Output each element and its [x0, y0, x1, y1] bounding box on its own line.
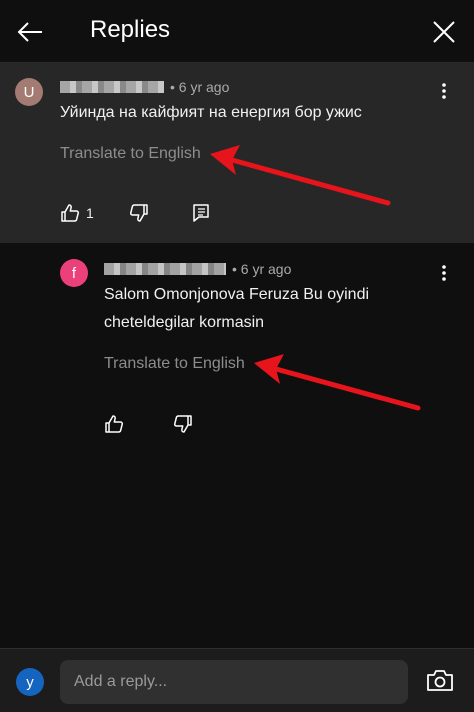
translate-link[interactable]: Translate to English	[104, 355, 245, 373]
redacted-author	[104, 263, 226, 275]
thumb-down-icon	[129, 204, 148, 222]
translate-link[interactable]: Translate to English	[60, 145, 201, 163]
like-button[interactable]: 1	[60, 203, 94, 223]
dislike-button[interactable]	[173, 414, 193, 434]
camera-button[interactable]	[426, 668, 456, 696]
comment-text: Уйинда на кайфият на енергия бор ужис	[60, 104, 362, 121]
comment-icon	[193, 204, 209, 222]
close-button[interactable]	[428, 16, 460, 48]
back-arrow-icon	[17, 22, 42, 42]
comment-meta: • 6 yr ago	[104, 261, 291, 277]
like-count: 1	[86, 205, 94, 221]
comment-text: Salom Omonjonova Feruza Bu oyindi chetel…	[104, 281, 369, 337]
comment-time: • 6 yr ago	[232, 261, 292, 277]
highlighted-comment: U • 6 yr ago Уйинда на кайфият на енерги…	[0, 63, 474, 243]
avatar[interactable]: f	[60, 259, 88, 287]
thumb-down-icon	[173, 415, 192, 433]
redacted-author	[60, 81, 164, 93]
reply-input[interactable]	[60, 660, 408, 704]
app-header: Replies	[0, 0, 474, 63]
more-vert-icon	[442, 265, 446, 281]
back-button[interactable]	[14, 16, 46, 48]
comment-meta: • 6 yr ago	[60, 79, 229, 95]
comment-time: • 6 yr ago	[170, 79, 230, 95]
avatar: y	[16, 668, 44, 696]
dislike-button[interactable]	[129, 203, 149, 223]
annotation-arrow	[254, 354, 421, 411]
camera-icon	[427, 670, 453, 691]
more-options-button[interactable]	[434, 79, 454, 103]
like-button[interactable]	[104, 414, 124, 434]
comment-text-line: Salom Omonjonova Feruza Bu oyindi	[104, 286, 370, 303]
avatar[interactable]: U	[15, 78, 43, 106]
page-title: Replies	[90, 16, 171, 43]
reply-button[interactable]	[191, 203, 211, 223]
thumb-up-icon	[105, 415, 124, 433]
close-icon	[433, 21, 455, 43]
reply-bar: y	[0, 648, 474, 712]
more-vert-icon	[442, 83, 446, 99]
thumb-up-icon	[61, 204, 80, 222]
comment-text-line: cheteldegilar kormasin	[104, 314, 265, 331]
more-options-button[interactable]	[434, 261, 454, 285]
